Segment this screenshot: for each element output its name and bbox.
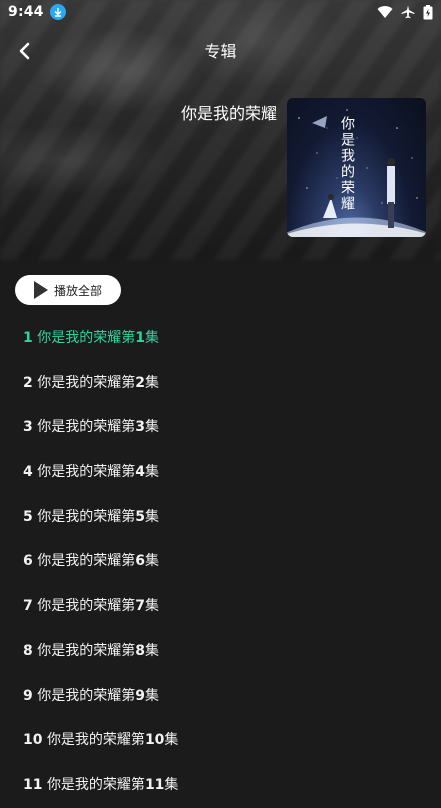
episode-index: 6 bbox=[23, 553, 33, 570]
episode-title-suffix: 集 bbox=[144, 687, 159, 704]
episode-title-suffix: 集 bbox=[144, 642, 159, 659]
download-icon bbox=[49, 4, 66, 20]
play-all-label: 播放全部 bbox=[54, 283, 103, 298]
top-bar: 专辑 bbox=[0, 30, 441, 70]
episode-title-suffix: 集 bbox=[164, 732, 179, 749]
episode-title-number: 9 bbox=[135, 687, 145, 704]
album-cover[interactable]: 你是我的荣耀 bbox=[287, 98, 426, 237]
episode-title-prefix: 你是我的荣耀第 bbox=[37, 374, 136, 391]
episode-index: 9 bbox=[23, 687, 33, 704]
episode-title-suffix: 集 bbox=[144, 374, 159, 391]
episode-index: 10 bbox=[23, 732, 43, 749]
airplane-mode-icon bbox=[401, 5, 415, 19]
episode-title-suffix: 集 bbox=[164, 776, 179, 793]
status-right bbox=[377, 4, 433, 20]
episode-title-suffix: 集 bbox=[144, 464, 159, 481]
episode-index: 7 bbox=[23, 598, 33, 615]
episode-title-prefix: 你是我的荣耀第 bbox=[37, 508, 136, 525]
episode-title-number: 1 bbox=[135, 330, 145, 346]
episode-title-prefix: 你是我的荣耀第 bbox=[46, 776, 145, 793]
episode-title-number: 8 bbox=[135, 642, 145, 659]
episode-item-10[interactable]: 10 你是我的荣耀第10集 bbox=[0, 718, 441, 763]
episode-title-suffix: 集 bbox=[144, 419, 159, 436]
episode-title-suffix: 集 bbox=[144, 508, 159, 525]
episode-title-number: 10 bbox=[144, 732, 165, 749]
episode-item-6[interactable]: 6 你是我的荣耀第6集 bbox=[0, 539, 441, 584]
episode-index: 11 bbox=[23, 776, 43, 793]
play-icon bbox=[34, 281, 48, 299]
episode-title-number: 3 bbox=[135, 419, 145, 436]
episode-item-3[interactable]: 3 你是我的荣耀第3集 bbox=[0, 405, 441, 450]
episode-title-prefix: 你是我的荣耀第 bbox=[37, 687, 136, 704]
episode-title-number: 7 bbox=[135, 598, 145, 615]
status-left: 9:44 bbox=[8, 4, 66, 20]
episode-title-suffix: 集 bbox=[144, 598, 159, 615]
status-bar: 9:44 bbox=[0, 0, 441, 24]
episode-item-2[interactable]: 2 你是我的荣耀第2集 bbox=[0, 361, 441, 406]
episode-title-number: 6 bbox=[135, 553, 145, 570]
episode-index: 8 bbox=[23, 642, 33, 659]
episode-item-1[interactable]: 1 你是我的荣耀第1集 bbox=[0, 316, 441, 361]
episode-title-prefix: 你是我的荣耀第 bbox=[37, 553, 136, 570]
episode-title-prefix: 你是我的荣耀第 bbox=[37, 464, 136, 481]
episode-title-prefix: 你是我的荣耀第 bbox=[46, 732, 145, 749]
episode-item-11[interactable]: 11 你是我的荣耀第11集 bbox=[0, 763, 441, 808]
album-title: 你是我的荣耀 bbox=[180, 104, 277, 123]
page-title: 专辑 bbox=[204, 42, 237, 61]
episode-index: 4 bbox=[23, 464, 33, 481]
episode-item-7[interactable]: 7 你是我的荣耀第7集 bbox=[0, 584, 441, 629]
episode-title-number: 5 bbox=[135, 508, 145, 525]
episode-index: 5 bbox=[23, 508, 33, 525]
play-all-button[interactable]: 播放全部 bbox=[15, 275, 121, 305]
episode-title-suffix: 集 bbox=[144, 330, 159, 346]
episode-item-5[interactable]: 5 你是我的荣耀第5集 bbox=[0, 495, 441, 540]
album-cover-art: 你是我的荣耀 bbox=[287, 109, 426, 237]
episode-index: 2 bbox=[23, 374, 33, 391]
episode-title-prefix: 你是我的荣耀第 bbox=[37, 419, 136, 436]
episode-title-prefix: 你是我的荣耀第 bbox=[37, 598, 136, 615]
episode-item-9[interactable]: 9 你是我的荣耀第9集 bbox=[0, 674, 441, 719]
episode-title-number: 11 bbox=[144, 776, 165, 793]
episode-title-prefix: 你是我的荣耀第 bbox=[37, 330, 136, 346]
episode-list: 1 你是我的荣耀第1集 2 你是我的荣耀第2集 3 你是我的荣耀第3集 4 你是… bbox=[0, 316, 441, 808]
episode-title-prefix: 你是我的荣耀第 bbox=[37, 642, 136, 659]
episode-title-suffix: 集 bbox=[144, 553, 159, 570]
episode-title-number: 2 bbox=[135, 374, 145, 391]
episode-title-number: 4 bbox=[135, 464, 145, 481]
episode-item-4[interactable]: 4 你是我的荣耀第4集 bbox=[0, 450, 441, 495]
episode-item-8[interactable]: 8 你是我的荣耀第8集 bbox=[0, 629, 441, 674]
episode-index: 3 bbox=[23, 419, 33, 436]
wifi-icon bbox=[377, 5, 393, 19]
battery-icon bbox=[423, 4, 433, 20]
cover-title-text: 你是我的荣耀 bbox=[339, 116, 355, 212]
episode-index: 1 bbox=[23, 330, 33, 346]
status-time: 9:44 bbox=[8, 4, 44, 20]
